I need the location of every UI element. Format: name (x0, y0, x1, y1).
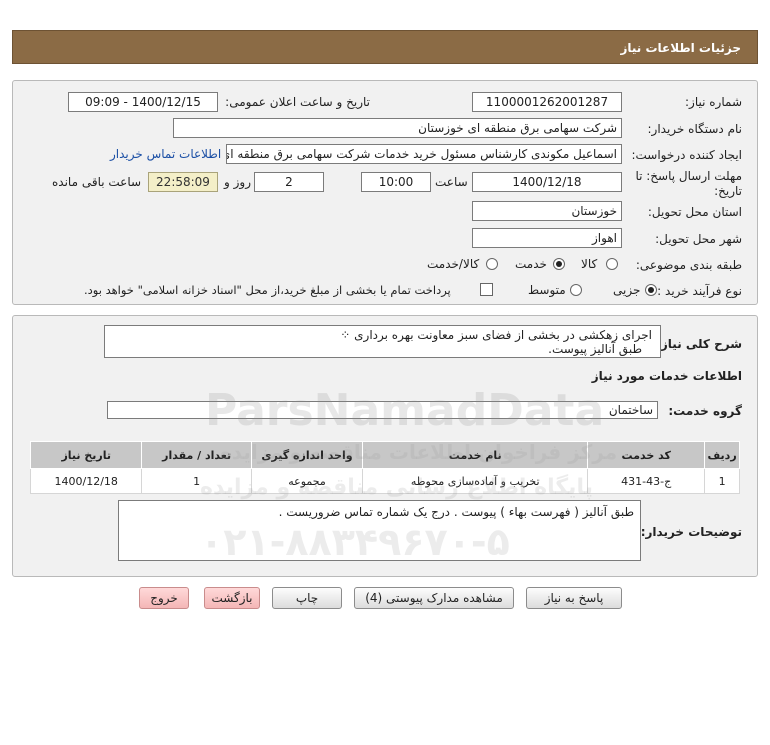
process-label: نوع فرآیند خرید : (657, 284, 742, 298)
days-field[interactable]: 2 (254, 172, 324, 192)
table-row[interactable]: 1 ج-43-431 تخریب و آماده‌سازی محوطه مجمو… (29, 468, 740, 494)
category-option-service: خدمت (515, 257, 547, 271)
col-quantity: تعداد / مقدار (141, 441, 252, 469)
summary-line-1: اجرای زهکشی در بخشی از فضای سبز معاونت ب… (113, 328, 652, 342)
view-documents-button[interactable]: مشاهده مدارک پیوستی (4) (354, 587, 514, 609)
service-group-field[interactable]: ساختمان (107, 401, 658, 419)
deadline-label-line1: مهلت ارسال پاسخ: تا (635, 169, 742, 183)
col-service-name: نام خدمت (362, 441, 589, 469)
creator-label: ایجاد کننده درخواست: (631, 148, 742, 162)
col-need-date: تاریخ نیاز (29, 441, 143, 469)
city-field[interactable]: اهواز (472, 228, 622, 248)
page-header: جزئیات اطلاعات نیاز (12, 30, 758, 64)
process-radio-medium[interactable] (570, 284, 582, 296)
remaining-time-field: 22:58:09 (148, 172, 218, 192)
process-radio-minor[interactable] (645, 284, 657, 296)
deadline-label: مهلت ارسال پاسخ: تا تاریخ: (635, 169, 742, 199)
print-button[interactable]: چاپ (272, 587, 342, 609)
col-row-number: ردیف (704, 441, 740, 469)
services-table: ردیف کد خدمت نام خدمت واحد اندازه گیری ت… (29, 441, 740, 494)
announce-label: تاریخ و ساعت اعلان عمومی: (225, 95, 370, 109)
remaining-label: ساعت باقی مانده (52, 175, 142, 189)
cell-unit: مجموعه (250, 468, 364, 494)
col-service-code: کد خدمت (587, 441, 706, 469)
need-number-label: شماره نیاز: (685, 95, 742, 109)
process-option-medium: متوسط (528, 283, 566, 297)
buyer-field[interactable]: شرکت سهامی برق منطقه ای خوزستان (173, 118, 622, 138)
city-label: شهر محل تحویل: (655, 232, 742, 246)
category-option-goods: کالا (581, 257, 598, 271)
summary-line-2: طبق آنالیز پیوست. (548, 342, 642, 356)
province-field[interactable]: خوزستان (472, 201, 622, 221)
service-group-label: گروه خدمت: (668, 404, 742, 418)
process-option-minor: جزیی (613, 283, 641, 297)
services-section-title: اطلاعات خدمات مورد نیاز (591, 369, 742, 383)
col-unit: واحد اندازه گیری (250, 441, 364, 469)
resize-icon: ⁘ (340, 328, 351, 342)
summary-line-1-text: اجرای زهکشی در بخشی از فضای سبز معاونت ب… (354, 328, 652, 342)
category-label: طبقه بندی موضوعی: (635, 258, 742, 272)
reply-button[interactable]: پاسخ به نیاز (526, 587, 622, 609)
need-number-field[interactable]: 1100001262001287 (472, 92, 622, 112)
deadline-date-field[interactable]: 1400/12/18 (472, 172, 622, 192)
cell-service-name: تخریب و آماده‌سازی محوطه (362, 468, 589, 494)
deadline-time-field[interactable]: 10:00 (361, 172, 431, 192)
payment-note: پرداخت تمام یا بخشی از مبلغ خرید،از محل … (84, 283, 451, 297)
page-title: جزئیات اطلاعات نیاز (620, 41, 741, 55)
contact-buyer-link[interactable]: اطلاعات تماس خریدار (110, 147, 221, 161)
table-header-row: ردیف کد خدمت نام خدمت واحد اندازه گیری ت… (29, 441, 740, 469)
buyer-notes-label: توضیحات خریدار: (640, 525, 742, 539)
announce-field[interactable]: 1400/12/15 - 09:09 (68, 92, 218, 112)
summary-label: شرح کلی نیاز: (656, 337, 742, 351)
category-radio-goods[interactable] (606, 258, 618, 270)
summary-textarea[interactable]: اجرای زهکشی در بخشی از فضای سبز معاونت ب… (104, 325, 661, 358)
days-label: روز و (224, 175, 251, 189)
category-radio-service[interactable] (553, 258, 565, 270)
cell-row-number: 1 (704, 468, 740, 494)
treasury-checkbox[interactable] (480, 283, 493, 296)
deadline-label-line2: تاریخ: (714, 184, 742, 198)
time-label: ساعت (435, 175, 468, 189)
exit-button[interactable]: خروج (139, 587, 189, 609)
buyer-notes-textarea[interactable]: طبق آنالیز ( فهرست بهاء ) پیوست . درج یک… (118, 500, 641, 561)
cell-quantity: 1 (141, 468, 252, 494)
buyer-label: نام دستگاه خریدار: (647, 122, 743, 136)
creator-field[interactable]: اسماعیل مکوندی کارشناس مسئول خرید خدمات … (226, 144, 622, 164)
cell-service-code: ج-43-431 (587, 468, 706, 494)
category-option-goods-service: کالا/خدمت (427, 257, 480, 271)
cell-need-date: 1400/12/18 (29, 468, 143, 494)
buyer-notes-text: طبق آنالیز ( فهرست بهاء ) پیوست . درج یک… (278, 505, 634, 519)
category-radio-goods-service[interactable] (486, 258, 498, 270)
province-label: استان محل تحویل: (647, 205, 742, 219)
back-button[interactable]: بازگشت (204, 587, 260, 609)
